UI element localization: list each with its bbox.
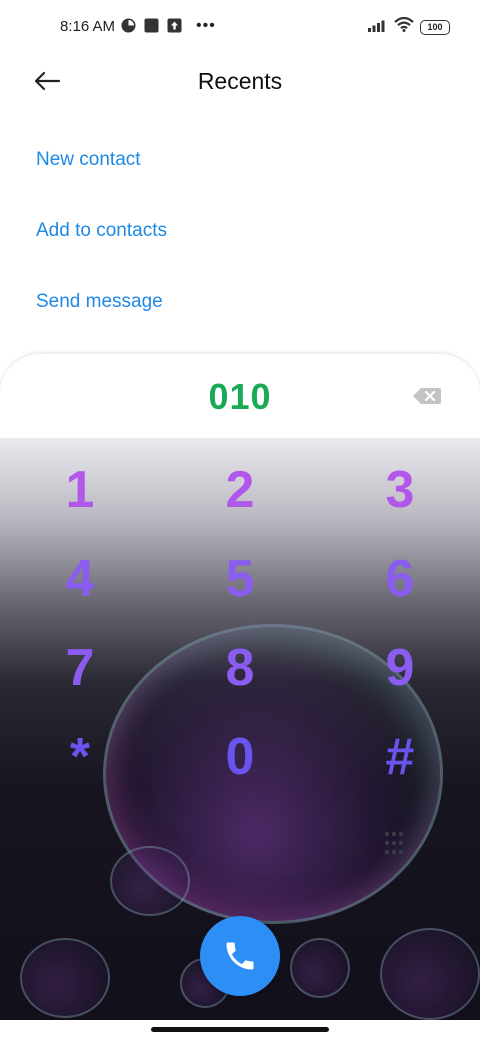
key-4[interactable]: 4 xyxy=(40,549,120,609)
add-to-contacts-link[interactable]: Add to contacts xyxy=(36,220,167,242)
upload-notification-icon xyxy=(167,18,182,33)
battery-icon: 100 xyxy=(420,19,450,35)
key-7[interactable]: 7 xyxy=(40,638,120,698)
wallpaper-bubble-small xyxy=(20,938,110,1018)
key-9[interactable]: 9 xyxy=(360,638,440,698)
wallpaper-bubble-small xyxy=(380,928,480,1020)
home-indicator[interactable] xyxy=(151,1027,329,1032)
wallpaper-bubble-small xyxy=(110,846,190,916)
key-6[interactable]: 6 xyxy=(360,549,440,609)
app-notification-icon xyxy=(121,18,136,33)
phone-icon xyxy=(226,942,254,970)
key-star[interactable]: * xyxy=(40,727,120,787)
app-header: Recents xyxy=(0,56,480,112)
dialed-number: 010 xyxy=(208,376,272,417)
more-notifications-dots: ••• xyxy=(196,17,216,34)
key-8[interactable]: 8 xyxy=(200,638,280,698)
signal-icon xyxy=(368,18,388,37)
notification-icons: ••• xyxy=(121,17,216,34)
status-time: 8:16 AM xyxy=(60,18,116,35)
new-contact-link[interactable]: New contact xyxy=(36,149,141,171)
keypad-toggle-icon[interactable] xyxy=(385,832,405,856)
send-message-link[interactable]: Send message xyxy=(36,291,163,313)
system-icons: 100 xyxy=(368,16,450,37)
key-hash[interactable]: # xyxy=(360,727,440,787)
wallpaper-bubble-small xyxy=(290,938,350,998)
backspace-button[interactable] xyxy=(412,386,442,406)
page-title: Recents xyxy=(197,68,283,94)
number-display-area: 010 xyxy=(0,354,480,438)
backspace-icon xyxy=(413,388,441,404)
key-2[interactable]: 2 xyxy=(200,460,280,520)
status-bar: 8:16 AM ••• 100 xyxy=(0,0,480,56)
wifi-icon xyxy=(394,16,414,37)
navigation-bar xyxy=(0,1020,480,1040)
key-5[interactable]: 5 xyxy=(200,549,280,609)
key-0[interactable]: 0 xyxy=(200,727,280,787)
square-notification-icon xyxy=(144,18,159,33)
key-3[interactable]: 3 xyxy=(360,460,440,520)
key-1[interactable]: 1 xyxy=(40,460,120,520)
call-button[interactable] xyxy=(200,916,280,996)
